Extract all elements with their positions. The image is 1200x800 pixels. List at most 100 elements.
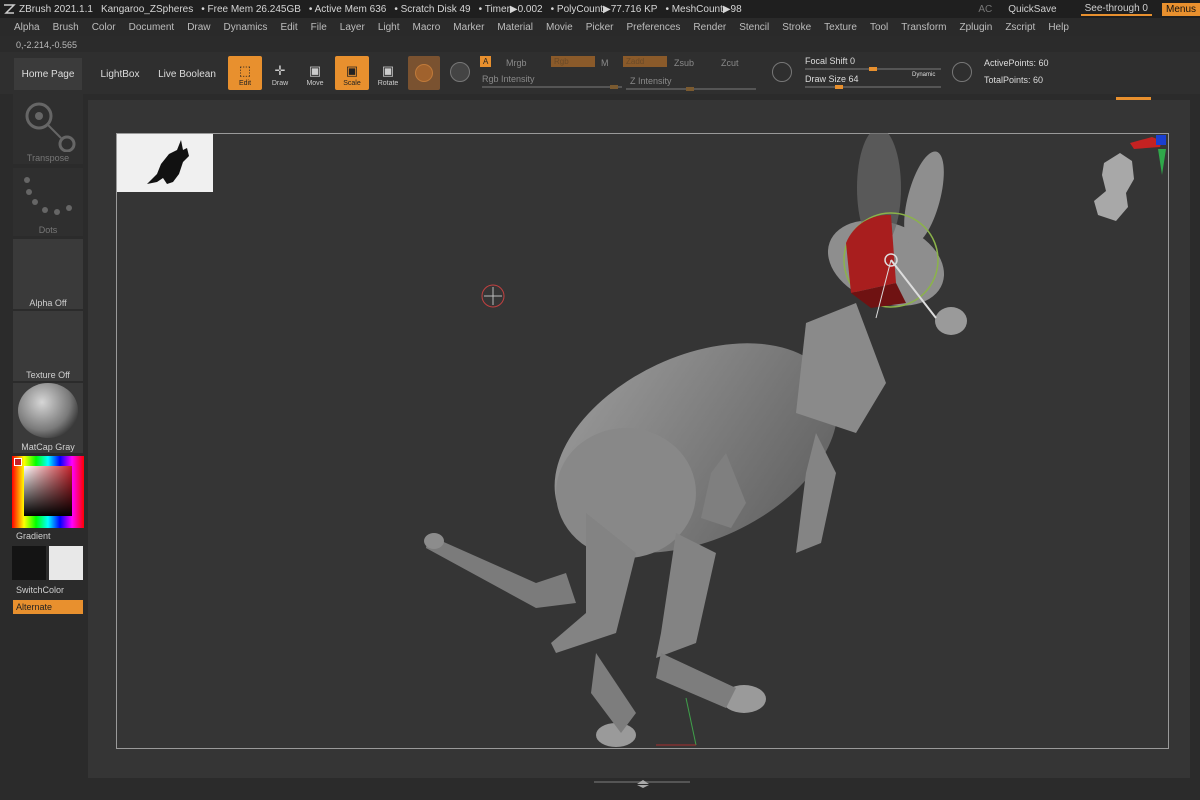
menus-button[interactable]: Menus <box>1161 2 1200 16</box>
total-points: TotalPoints: 60 <box>984 75 1044 85</box>
menu-movie[interactable]: Movie <box>546 22 573 33</box>
timer: • Timer▶0.002 <box>478 3 543 15</box>
draw-icon: ✛ <box>274 63 286 78</box>
navigation-gizmo[interactable] <box>1090 135 1170 230</box>
zsub-toggle[interactable]: Zsub <box>674 58 694 68</box>
quicksave-button[interactable]: QuickSave <box>1008 4 1056 15</box>
menu-color[interactable]: Color <box>92 22 116 33</box>
main-color-icon <box>14 458 22 466</box>
color-square[interactable] <box>24 466 72 516</box>
menu-edit[interactable]: Edit <box>280 22 297 33</box>
zadd-toggle[interactable]: Zadd <box>623 56 667 67</box>
menu-layer[interactable]: Layer <box>340 22 365 33</box>
menu-help[interactable]: Help <box>1048 22 1069 33</box>
menu-alpha[interactable]: Alpha <box>14 22 40 33</box>
dynamic-toggle[interactable]: Dynamic <box>912 72 935 78</box>
menu-bar: Alpha Brush Color Document Draw Dynamics… <box>0 18 1200 36</box>
edit-label: Edit <box>238 80 252 87</box>
active-points: ActivePoints: 60 <box>984 58 1049 68</box>
draw-size-label: Draw Size 64 <box>805 74 859 84</box>
ac-button[interactable]: AC <box>978 4 992 15</box>
scratch-disk: • Scratch Disk 49 <box>394 3 471 15</box>
menu-draw[interactable]: Draw <box>187 22 210 33</box>
lightbox-button[interactable]: LightBox <box>86 58 154 90</box>
a-toggle[interactable]: A <box>480 56 492 67</box>
texture-label: Texture Off <box>26 370 70 380</box>
tray-arrows-icon[interactable] <box>635 780 651 788</box>
menu-stencil[interactable]: Stencil <box>739 22 769 33</box>
color-picker[interactable] <box>12 456 84 528</box>
home-page-button[interactable]: Home Page <box>14 58 82 90</box>
kangaroo-model[interactable] <box>116 133 1169 749</box>
active-mem: • Active Mem 636 <box>308 3 387 15</box>
menu-document[interactable]: Document <box>129 22 175 33</box>
menu-light[interactable]: Light <box>378 22 400 33</box>
alternate-button[interactable]: Alternate <box>13 600 83 614</box>
primary-color-swatch[interactable] <box>49 546 83 580</box>
menu-stroke[interactable]: Stroke <box>782 22 811 33</box>
live-boolean-button[interactable]: Live Boolean <box>154 58 220 90</box>
rotate-label: Rotate <box>377 80 399 87</box>
transpose-icon <box>25 102 76 152</box>
d-brush-icon[interactable] <box>952 62 972 82</box>
menu-picker[interactable]: Picker <box>586 22 614 33</box>
switchcolor-button[interactable]: SwitchColor <box>16 585 64 595</box>
secondary-color-swatch[interactable] <box>12 546 46 580</box>
m-toggle[interactable]: M <box>601 58 609 68</box>
move-button[interactable]: ▣ Move <box>298 56 332 90</box>
material-button[interactable]: MatCap Gray <box>13 383 83 453</box>
menu-render[interactable]: Render <box>693 22 726 33</box>
menu-brush[interactable]: Brush <box>53 22 79 33</box>
material-swatch[interactable] <box>408 56 440 90</box>
transpose-button[interactable]: Transpose <box>13 94 83 164</box>
material-sphere-icon <box>415 64 433 82</box>
free-mem: • Free Mem 26.245GB <box>201 3 301 15</box>
draw-button[interactable]: ✛ Draw <box>263 56 297 90</box>
title-bar: ZBrush 2021.1.1 Kangaroo_ZSpheres • Free… <box>0 0 1200 18</box>
menu-zscript[interactable]: Zscript <box>1005 22 1035 33</box>
menu-texture[interactable]: Texture <box>824 22 857 33</box>
matcap-label: MatCap Gray <box>21 442 75 452</box>
mrgb-toggle[interactable]: Mrgb <box>506 58 527 68</box>
menu-marker[interactable]: Marker <box>453 22 484 33</box>
focal-shift-label: Focal Shift 0 <box>805 56 856 66</box>
z-intensity-slider[interactable] <box>626 87 756 91</box>
dots-icon <box>24 177 72 215</box>
scale-label: Scale <box>343 80 361 87</box>
menu-preferences[interactable]: Preferences <box>626 22 680 33</box>
move-icon: ▣ <box>308 63 322 78</box>
edit-icon: ⬚ <box>238 63 252 78</box>
dots-stroke-button[interactable]: Dots <box>13 168 83 236</box>
z-axis-icon[interactable] <box>1156 135 1166 145</box>
draw-size-slider[interactable] <box>805 85 941 89</box>
zcut-toggle[interactable]: Zcut <box>721 58 739 68</box>
menu-material[interactable]: Material <box>497 22 533 33</box>
menu-file[interactable]: File <box>311 22 327 33</box>
rgb-intensity-slider[interactable] <box>482 85 622 89</box>
y-axis-icon[interactable] <box>1158 149 1166 175</box>
gradient-label[interactable]: Gradient <box>16 531 51 541</box>
rotate-button[interactable]: ▣ Rotate <box>371 56 405 90</box>
draw-label: Draw <box>271 80 289 87</box>
scale-button[interactable]: ▣ Scale <box>335 56 369 90</box>
texture-button[interactable]: Texture Off <box>13 311 83 381</box>
s-brush-icon[interactable] <box>772 62 792 82</box>
see-through-slider[interactable]: See-through 0 <box>1080 3 1152 16</box>
polycount: • PolyCount▶77.716 KP <box>550 3 658 15</box>
menu-dynamics[interactable]: Dynamics <box>224 22 268 33</box>
stroke-icon[interactable] <box>450 62 470 82</box>
edit-button[interactable]: ⬚ Edit <box>228 56 262 90</box>
dots-label: Dots <box>38 225 58 235</box>
menu-transform[interactable]: Transform <box>901 22 946 33</box>
menu-tool[interactable]: Tool <box>870 22 888 33</box>
matcap-sphere-icon <box>18 383 78 438</box>
menu-macro[interactable]: Macro <box>413 22 441 33</box>
alpha-button[interactable]: Alpha Off <box>13 239 83 309</box>
focal-shift-slider[interactable] <box>805 67 941 71</box>
head-navigator-icon[interactable] <box>1094 153 1134 221</box>
app-version: ZBrush 2021.1.1 <box>19 3 93 15</box>
menu-zplugin[interactable]: Zplugin <box>960 22 993 33</box>
cursor-coordinates: 0,-2.214,-0.565 <box>16 40 78 50</box>
rgb-toggle[interactable]: Rgb <box>551 56 595 67</box>
meshcount: • MeshCount▶98 <box>665 3 742 15</box>
